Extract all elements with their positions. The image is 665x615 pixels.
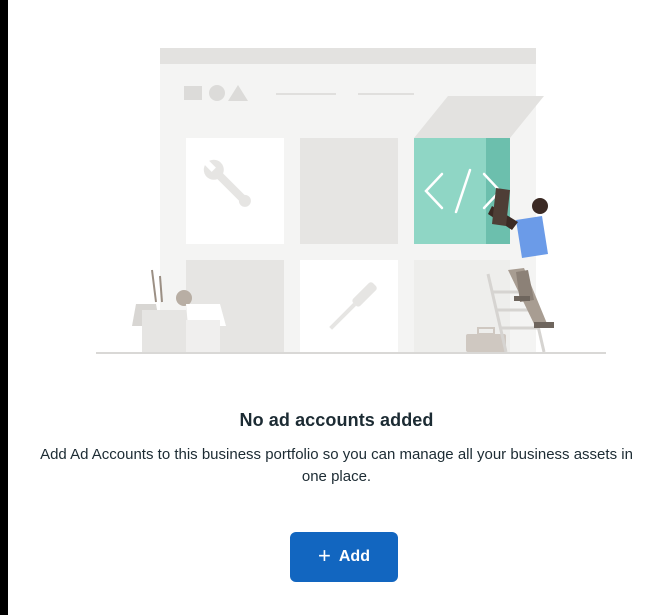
empty-state-illustration	[96, 48, 606, 354]
browser-topbar-shape	[160, 48, 536, 64]
square-shape	[184, 86, 202, 100]
tile-gray	[300, 138, 398, 244]
plus-icon: +	[318, 543, 331, 568]
empty-state-title: No ad accounts added	[239, 410, 434, 430]
add-button-label: Add	[338, 548, 370, 565]
add-button[interactable]: + Add	[290, 532, 398, 582]
circle-shape	[209, 85, 225, 101]
empty-state-panel: No ad accounts added Add Ad Accounts to …	[8, 0, 665, 615]
tile-screwdriver	[300, 260, 398, 352]
empty-state-description: Add Ad Accounts to this business portfol…	[40, 446, 633, 485]
